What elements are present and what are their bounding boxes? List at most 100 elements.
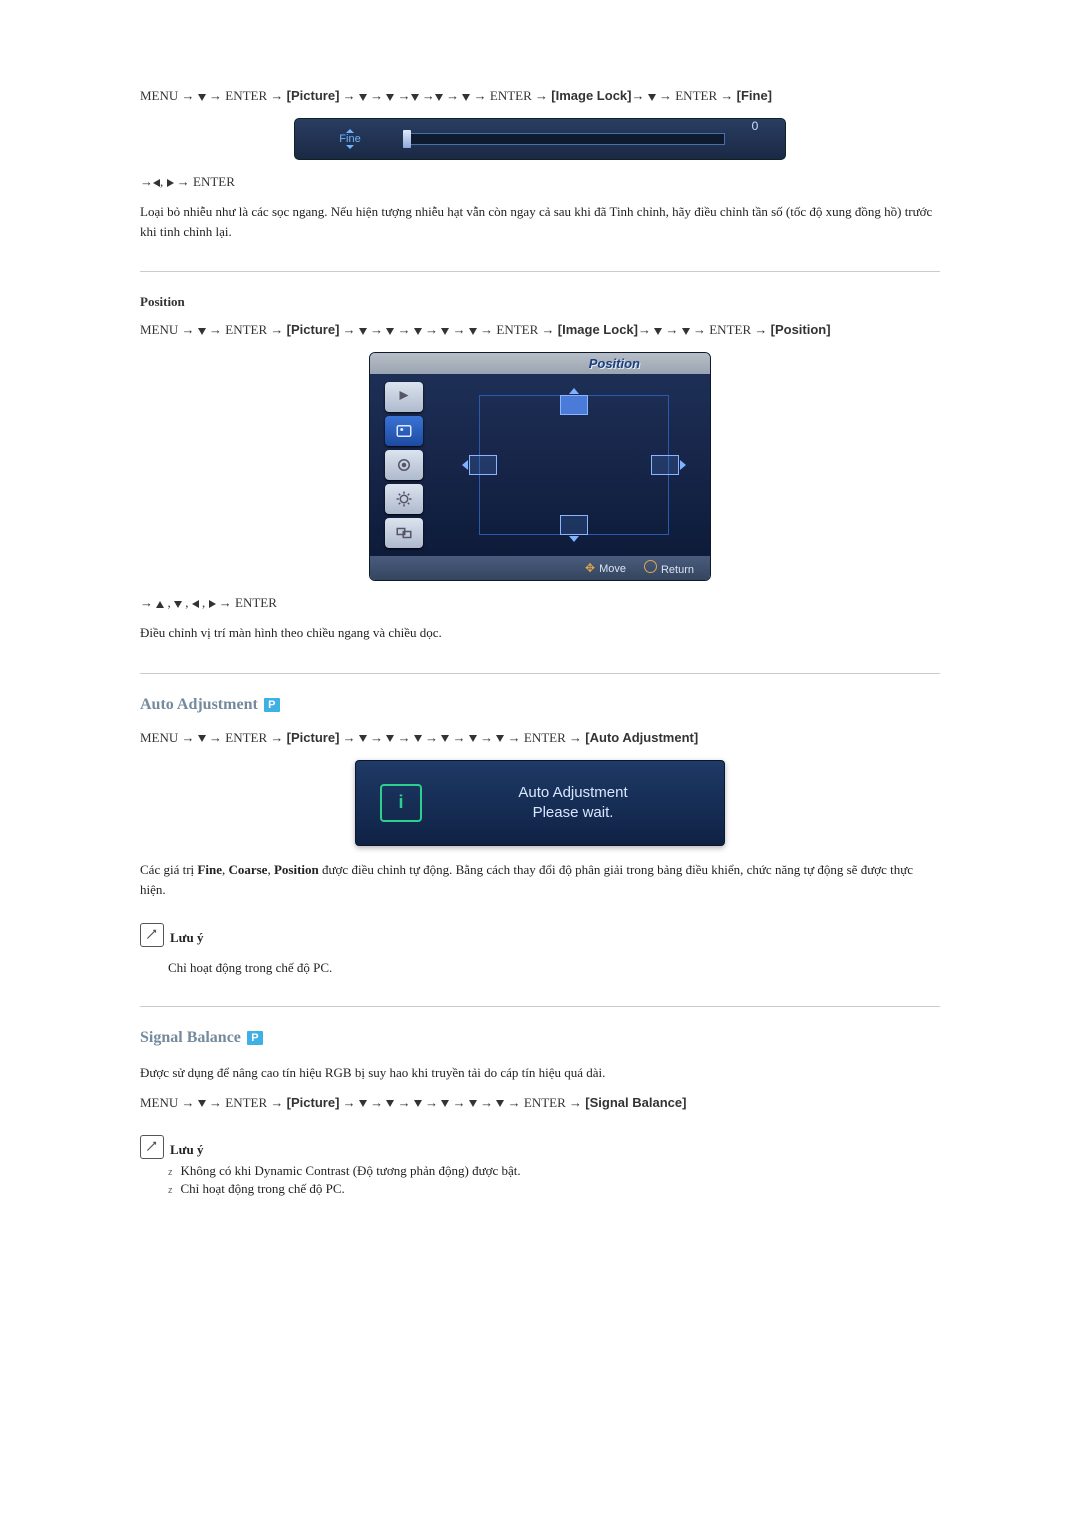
body-position: Điều chỉnh vị trí màn hình theo chiều ng… (140, 623, 940, 643)
text: → (422, 730, 442, 745)
text: → (419, 88, 435, 103)
text: → ENTER → (470, 88, 551, 103)
text: → ENTER (216, 595, 277, 610)
text: → (140, 174, 153, 189)
document-page: MENU → → ENTER → [Picture] → → → → → → E… (140, 0, 940, 1279)
down-icon (648, 94, 656, 101)
text: → ENTER (174, 174, 235, 189)
text: → (422, 1095, 442, 1110)
note-icon (140, 1135, 164, 1159)
menu-picture: [Picture] (287, 730, 340, 745)
down-icon (198, 1100, 206, 1107)
text: MENU → (140, 1095, 198, 1110)
tab-setup-icon[interactable] (385, 484, 423, 514)
tab-multi-icon[interactable] (385, 518, 423, 548)
down-icon (359, 735, 367, 742)
note-signal-list: Không có khi Dynamic Contrast (Độ tương … (168, 1163, 940, 1197)
note-auto: Lưu ý (140, 923, 940, 947)
text: → (394, 88, 410, 103)
tab-sound-icon[interactable] (385, 450, 423, 480)
note-label: Lưu ý (170, 930, 203, 946)
text: → (339, 730, 359, 745)
menu-picture: [Picture] (287, 88, 340, 103)
position-down-button[interactable] (560, 515, 588, 542)
text: → (339, 1095, 359, 1110)
position-left-button[interactable] (462, 455, 497, 475)
body-signal: Được sử dụng để nâng cao tín hiệu RGB bị… (140, 1063, 940, 1083)
position-up-button[interactable] (560, 388, 588, 415)
osd-fine-label: Fine (339, 133, 360, 145)
slider-track[interactable] (405, 133, 725, 145)
menu-picture: [Picture] (287, 322, 340, 337)
menu-signal-balance: [Signal Balance] (585, 1095, 686, 1110)
down-icon (346, 145, 354, 149)
heading-auto-adjustment: Auto AdjustmentP (140, 696, 940, 714)
text: , (182, 595, 192, 610)
text: , (199, 595, 209, 610)
osd-fine-slider[interactable] (405, 119, 725, 159)
text: → (449, 322, 469, 337)
nav-position: MENU → → ENTER → [Picture] → → → → → → E… (140, 322, 940, 338)
divider (140, 1006, 940, 1007)
menu-imagelock: [Image Lock] (551, 88, 631, 103)
list-item: Chỉ hoạt động trong chế độ PC. (168, 1181, 940, 1197)
down-icon (414, 328, 422, 335)
divider (140, 673, 940, 674)
position-right-button[interactable] (651, 455, 686, 475)
text: → (339, 322, 359, 337)
text: → (422, 322, 442, 337)
text: → (140, 595, 156, 610)
footer-move: Move (585, 561, 626, 575)
text: Các giá trị (140, 862, 197, 877)
text: MENU → (140, 730, 198, 745)
text: → (394, 730, 414, 745)
osd-fine: Fine 0 (294, 118, 786, 160)
nav-fine: MENU → → ENTER → [Picture] → → → → → → E… (140, 88, 940, 104)
osd-fine-label-area: Fine (295, 119, 405, 159)
down-icon (469, 328, 477, 335)
text: → ENTER → (656, 88, 737, 103)
down-icon (198, 94, 206, 101)
osd-auto-text: Auto AdjustmentPlease wait. (446, 783, 700, 824)
text: → (443, 88, 463, 103)
down-icon (435, 94, 443, 101)
note-signal: Lưu ý (140, 1135, 940, 1159)
down-icon (682, 328, 690, 335)
tab-input-icon[interactable] (385, 382, 423, 412)
text: → (449, 730, 469, 745)
text: → (477, 1095, 497, 1110)
down-icon (359, 1100, 367, 1107)
text: → ENTER → (477, 322, 558, 337)
heading-signal-balance: Signal BalanceP (140, 1029, 940, 1047)
position-frame (479, 395, 669, 535)
text: → (638, 322, 654, 337)
text: → ENTER → (504, 730, 585, 745)
menu-auto: [Auto Adjustment] (585, 730, 698, 745)
nav-position-2: → , , , → ENTER (140, 595, 940, 611)
text: → ENTER → (206, 88, 287, 103)
down-icon (469, 735, 477, 742)
line2: Please wait. (533, 804, 614, 821)
note-label: Lưu ý (170, 1142, 203, 1158)
down-icon (198, 735, 206, 742)
tab-picture-icon[interactable] (385, 416, 423, 446)
osd-fine-value: 0 (725, 119, 785, 159)
down-icon (411, 94, 419, 101)
menu-picture: [Picture] (287, 1095, 340, 1110)
body-auto: Các giá trị Fine, Coarse, Position được … (140, 860, 940, 899)
text: → (449, 1095, 469, 1110)
list-item: Không có khi Dynamic Contrast (Độ tương … (168, 1163, 940, 1179)
down-icon (359, 328, 367, 335)
text: → (367, 730, 387, 745)
footer-return: Return (644, 560, 694, 576)
down-icon (469, 1100, 477, 1107)
menu-position: [Position] (771, 322, 831, 337)
down-icon (174, 601, 182, 608)
right-icon (167, 179, 174, 187)
text: , (164, 595, 174, 610)
osd-footer: Move Return (370, 556, 710, 580)
down-icon (414, 735, 422, 742)
down-icon (359, 94, 367, 101)
text: MENU → (140, 322, 198, 337)
slider-handle[interactable] (403, 130, 411, 148)
